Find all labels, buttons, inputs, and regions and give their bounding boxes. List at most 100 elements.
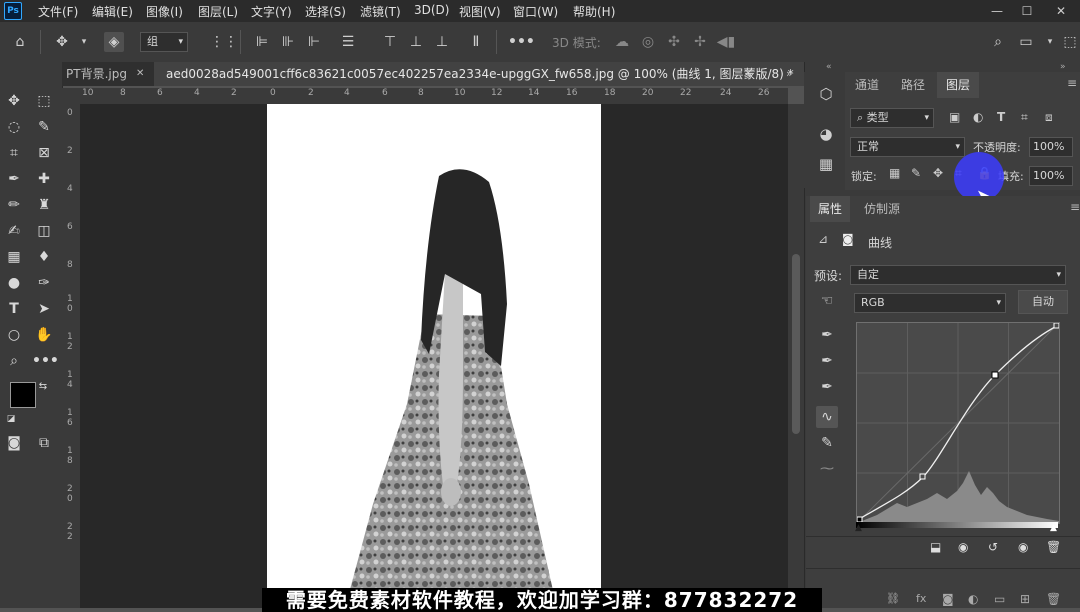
layer-mask-icon[interactable]: ◙ [842,232,854,246]
auto-select-target-dropdown[interactable]: 组 ▾ [140,32,188,52]
distribute-horizontal-icon[interactable]: ☰ [338,32,358,52]
menu-image[interactable]: 图像(I) [146,3,183,20]
foreground-color-swatch[interactable] [10,382,36,408]
quick-mask-icon[interactable]: ◙ [2,432,26,454]
move-tool-icon[interactable]: ✥ [52,32,72,52]
chevron-down-icon[interactable]: ▾ [1040,32,1060,52]
opacity-input[interactable]: 100% [1029,137,1073,157]
delete-layer-icon[interactable]: 🗑 [1046,592,1061,606]
swatches-panel-icon[interactable]: ▦ [816,154,836,174]
reset-icon[interactable]: ↺ [988,540,998,554]
close-window-button[interactable]: ✕ [1046,0,1076,22]
gray-point-eyedropper-icon[interactable]: ✒ [816,350,838,372]
type-tool-icon[interactable]: T [2,298,26,320]
canvas-area[interactable] [80,104,788,608]
smooth-curve-icon[interactable]: ⁓ [816,458,838,480]
layer-filter-dropdown[interactable]: ⌕ 类型 ▾ [850,108,934,128]
layer-fx-icon[interactable]: fx [916,592,926,605]
white-input-slider[interactable]: ▲ [1050,523,1057,533]
3d-pan-icon[interactable]: ✣ [664,32,684,52]
targeted-adjustment-icon[interactable]: ☜ [816,290,838,312]
clip-to-layer-icon[interactable]: ⬓ [930,540,941,554]
filter-shape-icon[interactable]: ⌗ [1021,110,1028,125]
collapse-icon[interactable]: « [826,62,832,72]
black-input-slider[interactable]: ▲ [855,523,862,533]
gradient-tool-icon[interactable]: ▦ [2,246,26,268]
align-bottom-icon[interactable]: ⊥ [432,32,452,52]
history-brush-tool-icon[interactable]: ✍ [2,220,26,242]
3d-camera-icon[interactable]: ◀▮ [716,32,736,52]
menu-edit[interactable]: 编辑(E) [92,3,133,20]
menu-type[interactable]: 文字(Y) [251,3,292,20]
curves-adjustment-icon[interactable]: ⊿ [818,232,828,246]
close-tab-icon[interactable]: ✕ [744,62,756,86]
fill-input[interactable]: 100% [1029,166,1073,186]
layer-link-icon[interactable]: ⛓ [886,592,900,605]
lock-transparent-icon[interactable]: ▦ [889,166,900,180]
menu-filter[interactable]: 滤镜(T) [360,3,401,20]
healing-brush-tool-icon[interactable]: ✚ [32,168,56,190]
workspace-icon[interactable]: ▭ [1016,32,1036,52]
canvas-scrollbar[interactable] [788,104,804,608]
preset-dropdown[interactable]: 自定 ▾ [850,265,1066,285]
menu-help[interactable]: 帮助(H) [573,3,615,20]
trash-icon[interactable]: 🗑 [1046,540,1061,554]
filter-adjustment-icon[interactable]: ◐ [973,110,983,124]
default-colors-icon[interactable]: ◪ [4,408,18,430]
search-icon[interactable]: ⌕ [988,32,1008,52]
path-select-tool-icon[interactable]: ➤ [32,298,56,320]
align-left-icon[interactable]: ⊫ [252,32,272,52]
white-point-eyedropper-icon[interactable]: ✒ [816,376,838,398]
home-icon[interactable]: ⌂ [10,32,30,52]
auto-button[interactable]: 自动 [1018,290,1068,314]
eyedropper-tool-icon[interactable]: ✒ [2,168,26,190]
distribute-vertical-icon[interactable]: Ⅱ [466,32,486,52]
blur-tool-icon[interactable]: ♦ [32,246,56,268]
menu-select[interactable]: 选择(S) [305,3,346,20]
filter-type-icon[interactable]: T [997,110,1005,124]
more-options-icon[interactable]: ••• [508,32,535,52]
shape-tool-icon[interactable]: ○ [2,324,26,346]
minimize-button[interactable]: — [982,0,1012,22]
align-right-icon[interactable]: ⊩ [304,32,324,52]
panel-menu-icon[interactable]: ≡ [1070,200,1080,214]
add-mask-icon[interactable]: ◙ [942,592,954,606]
lock-position-icon[interactable]: ✥ [933,166,943,180]
more-tools-icon[interactable]: ••• [32,350,59,372]
curve-point-tool-icon[interactable]: ∿ [816,406,838,428]
blend-mode-dropdown[interactable]: 正常 ▾ [850,137,965,157]
marquee-tool-icon[interactable]: ⬚ [32,90,56,112]
3d-orbit-icon[interactable]: ☁ [612,32,632,52]
lasso-tool-icon[interactable]: ◌ [2,116,26,138]
3d-cube-icon[interactable]: ⬡ [816,84,836,104]
align-vcenter-icon[interactable]: ⊥ [406,32,426,52]
tabs-overflow-icon[interactable]: » [786,62,800,86]
new-adjustment-icon[interactable]: ◐ [968,592,978,606]
dodge-tool-icon[interactable]: ● [2,272,26,294]
quick-select-tool-icon[interactable]: ✎ [32,116,56,138]
clone-stamp-tool-icon[interactable]: ♜ [32,194,56,216]
menu-window[interactable]: 窗口(W) [513,3,558,20]
menu-layer[interactable]: 图层(L) [198,3,238,20]
tab-channels[interactable]: 通道 [847,72,887,98]
zoom-tool-icon[interactable]: ⌕ [2,350,26,372]
menu-3d[interactable]: 3D(D) [414,3,449,17]
transform-controls-icon[interactable]: ⋮⋮ [210,32,238,52]
3d-slide-icon[interactable]: ✢ [690,32,710,52]
tab-active-document[interactable]: aed0028ad549001cff6c83621c0057ec402257ea… [154,62,818,86]
filter-smart-object-icon[interactable]: ⧈ [1045,110,1053,125]
hand-tool-icon[interactable]: ✋ [32,324,56,346]
channel-dropdown[interactable]: RGB ▾ [854,293,1006,313]
visibility-eye-icon[interactable]: ◉ [1018,540,1028,554]
crop-tool-icon[interactable]: ⌗ [2,142,26,164]
lock-image-icon[interactable]: ✎ [911,166,921,180]
filter-pixel-icon[interactable]: ▣ [949,110,960,124]
align-hcenter-icon[interactable]: ⊪ [278,32,298,52]
document-canvas[interactable] [267,104,601,608]
swap-colors-icon[interactable]: ⇆ [36,376,50,398]
tab-layers[interactable]: 图层 [937,72,979,98]
eraser-tool-icon[interactable]: ◫ [32,220,56,242]
auto-select-icon[interactable]: ◈ [104,32,124,52]
menu-view[interactable]: 视图(V) [459,3,501,20]
panel-menu-icon[interactable]: ≡ [1067,76,1077,90]
